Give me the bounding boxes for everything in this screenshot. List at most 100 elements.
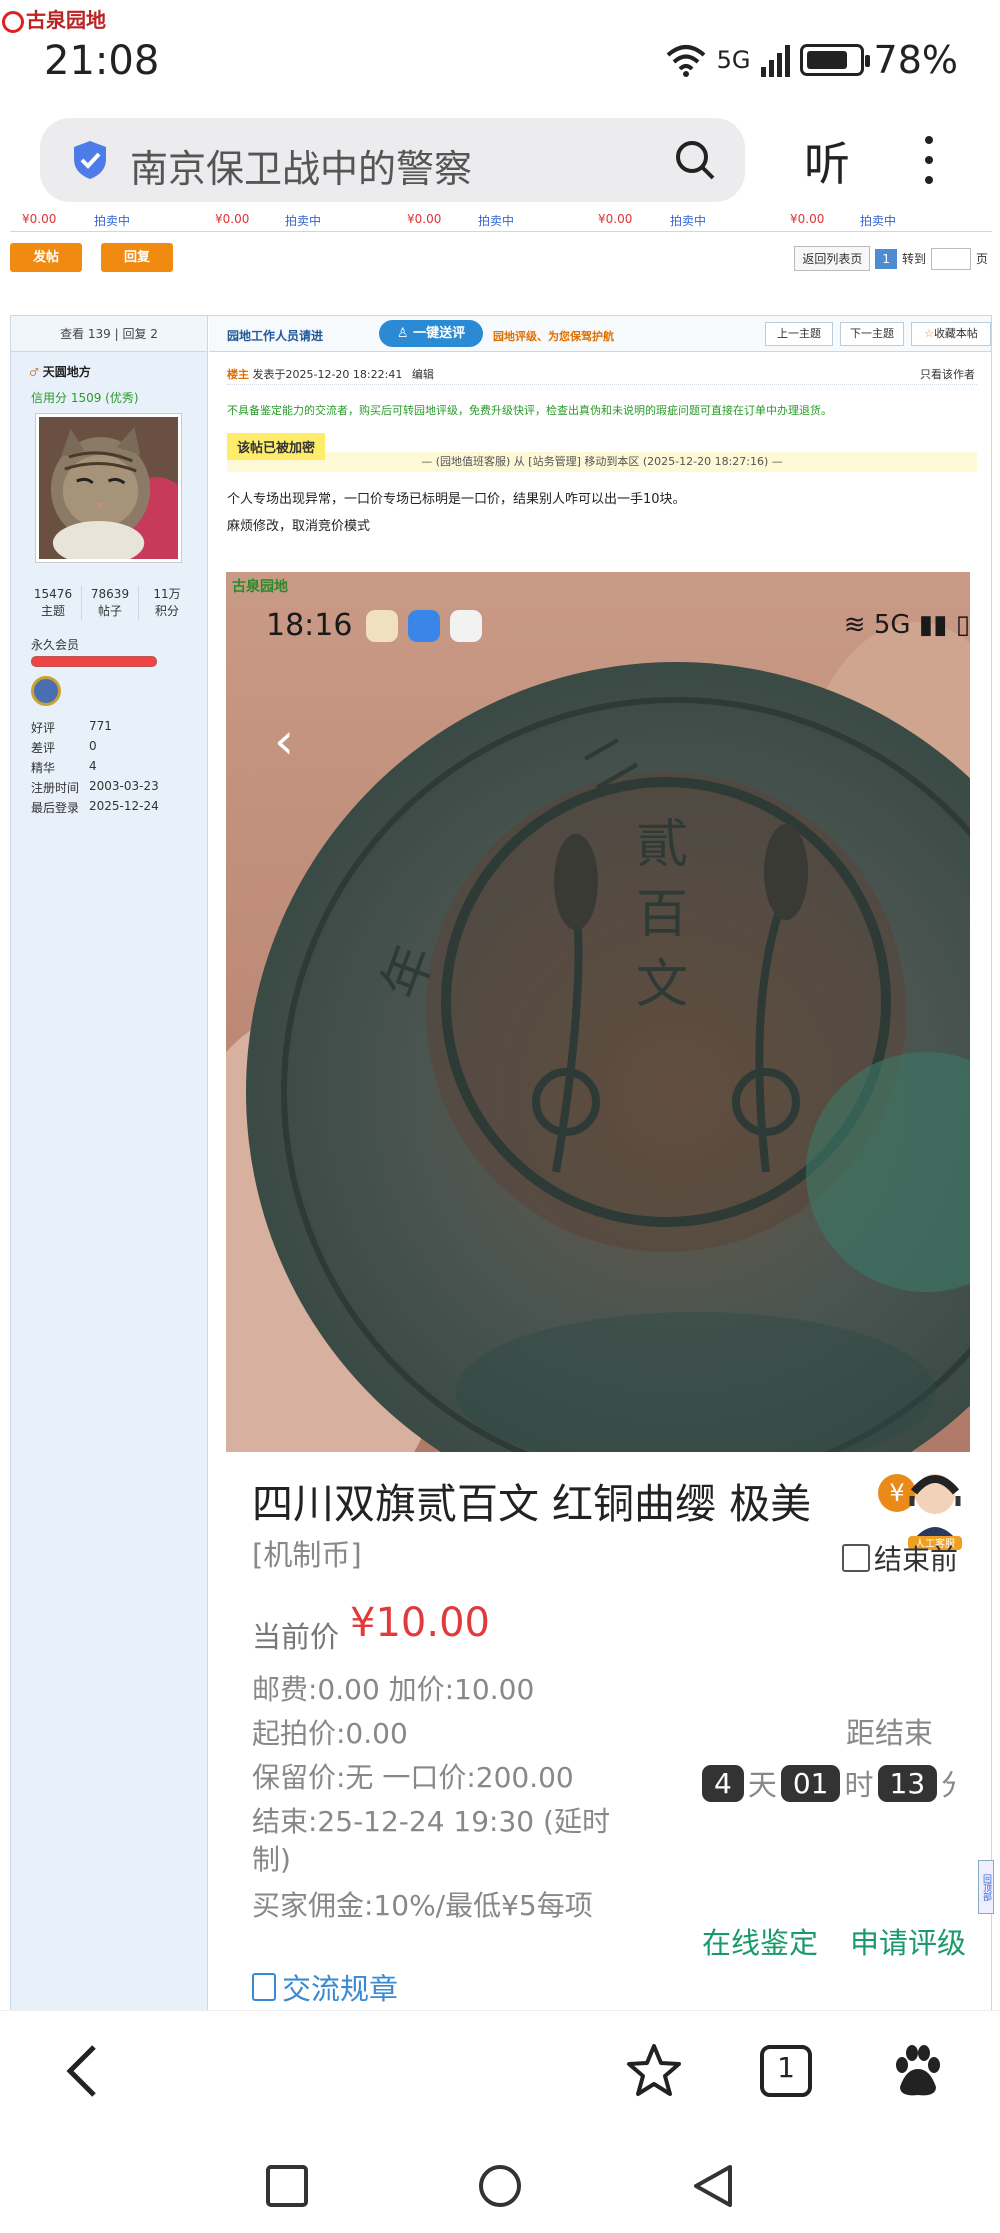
back-icon[interactable] [56,2041,116,2101]
status-text[interactable]: 拍卖中 [860,212,896,229]
eval-tip[interactable]: 园地评级、为您保驾护航 [493,328,614,344]
system-nav-bar [0,2133,1000,2233]
next-topic-button[interactable]: 下一主题 [840,322,904,346]
minutes-value: 13 [877,1764,938,1802]
chevron-left-icon: ‹ [274,712,294,770]
status-text[interactable]: 拍卖中 [94,212,130,229]
staff-notice-link[interactable]: 园地工作人员请进 [227,327,323,344]
svg-text:文: 文 [636,955,688,1015]
countdown-label: 距结束 [846,1716,934,1750]
checkbox [842,1544,870,1572]
status-text[interactable]: 拍卖中 [670,212,706,229]
info-value: 4 [89,759,97,773]
hours-value: 01 [780,1764,841,1802]
stat-value[interactable]: 78639 [91,587,129,601]
status-text[interactable]: 拍卖中 [478,212,514,229]
status-bar: 古泉园地 21:08 5G 78% [0,0,1000,115]
svg-text:貳: 貳 [636,815,688,875]
grade-link: 申请评级 [850,1926,967,1960]
favorite-label: 收藏本帖 [933,327,978,340]
post-container: 查看 139 | 回复 2 ♂ 天圆地方 信用分 1509 (优秀) 15476… [10,315,992,2010]
back-to-top-button[interactable]: 回顶部 [978,1860,994,1914]
user-info: 好评 771 差评 0 精华 4 注册时间 2003-03-23 最后登录 2025-12… [31,719,159,819]
user-icon: ♂ [29,366,43,379]
nav-back-icon[interactable] [690,2163,736,2209]
webpage: ¥0.00 拍卖中 ¥0.00 拍卖中 ¥0.00 拍卖中 ¥0.00 拍卖中 … [0,210,1000,2010]
credit-score[interactable]: 信用分 1509 (优秀) [31,389,139,406]
one-click-eval-button[interactable]: ♙ 一键送评 [379,320,483,347]
screenshot-net: 5G [873,610,911,640]
phone-screen: 古泉园地 21:08 5G 78% 南京保卫战中的警察 听 ¥0.00 拍卖中 … [0,0,1000,2233]
tabs-button[interactable]: 1 [756,2041,816,2101]
current-page[interactable]: 1 [875,248,897,269]
tab-count: 1 [777,2051,795,2084]
price-strip: ¥0.00 拍卖中 ¥0.00 拍卖中 ¥0.00 拍卖中 ¥0.00 拍卖中 … [10,210,992,232]
appraise-link: 在线鉴定 [702,1926,819,1960]
post-meta: 楼主 发表于2025-12-20 18:22:41 编辑 [227,366,434,382]
only-author-link[interactable]: 只看该作者 [920,366,975,382]
favorite-button[interactable]: ☆收藏本帖 [911,322,991,346]
prev-topic-button[interactable]: 上一主题 [765,322,833,346]
appraisal-warning: 不具备鉴定能力的交流者，购买后可转园地评级，免费升级快评，检查出真伪和未说明的瑕… [227,404,832,417]
end-time: 结束:25-12-24 19:30 (延时 [252,1805,610,1838]
screenshot-status: ≋ 5G ▮▮ ▯ [844,610,970,640]
stat-value[interactable]: 15476 [34,587,72,601]
more-icon[interactable] [922,136,936,186]
avatar[interactable] [35,413,182,563]
pager: 返回列表页 1 转到 页 [794,246,988,271]
app-logo: 古泉园地 [2,4,106,33]
network-type: 5G [716,46,751,74]
edit-link[interactable]: 编辑 [412,368,434,381]
post-header: 园地工作人员请进 ♙ 一键送评 园地评级、为您保驾护航 上一主题 下一主题 ☆收… [209,316,991,352]
action-links: 在线鉴定 申请评级 [702,1920,966,1962]
listen-button[interactable]: 听 [804,128,850,194]
price-text: ¥0.00 [22,212,57,226]
status-text[interactable]: 拍卖中 [285,212,321,229]
stat-label: 主题 [40,604,65,618]
wifi-icon [666,45,705,77]
address-text[interactable]: 南京保卫战中的警察 [130,138,472,193]
page-input[interactable] [930,247,971,270]
price-text: ¥0.00 [407,212,442,226]
author-name[interactable]: 天圆地方 [43,365,91,379]
info-value: 771 [89,719,112,733]
attached-image[interactable]: 二 年 貳 百 文 古泉园地 18:16 ≋ 5G ▮▮ ▯ ‹ [226,572,970,1452]
info-key: 差评 [31,741,56,755]
address-bar[interactable]: 南京保卫战中的警察 [40,118,745,202]
home-icon[interactable] [477,2163,523,2209]
info-key: 精华 [31,761,56,775]
back-to-list-button[interactable]: 返回列表页 [794,246,871,271]
message-icon [408,610,440,642]
current-price: ¥10.00 [350,1600,490,1646]
app-icon [366,610,398,642]
reply-button[interactable]: 回复 [101,243,173,272]
shipping-info: 邮费:0.00 加价:10.00 [252,1673,535,1706]
search-icon[interactable] [673,138,717,182]
post-button[interactable]: 发帖 [10,243,82,272]
hours-unit: 时 [844,1768,874,1802]
browser-toolbar: 1 [0,2010,1000,2133]
star-icon[interactable] [624,2041,684,2101]
screenshot-logo: 古泉园地 [232,579,288,595]
signal-icon [760,43,790,77]
post-text: 麻烦修改，取消竞价模式 [227,519,371,534]
info-value: 2003-03-23 [89,779,159,793]
end-time-cont: 制) [252,1843,291,1876]
price-label: 当前价 [252,1620,340,1654]
rules-link: 交流规章 [252,1966,398,2008]
start-price: 起拍价:0.00 [252,1717,408,1750]
goto-label: 转到 [901,252,926,266]
info-key: 最后登录 [31,801,80,815]
locked-notice: 该帖已被加密 [227,433,326,460]
divider [227,384,977,385]
reminder-label: 结束前 [874,1543,959,1576]
star-icon: ☆ [924,327,934,340]
commission: 买家佣金:10%/最低¥5每项 [252,1889,593,1922]
floor-label: 楼主 [227,368,249,381]
rules-label: 交流规章 [282,1972,399,2006]
stat-value[interactable]: 11万 [153,587,180,601]
recent-apps-icon[interactable] [264,2163,310,2209]
posted-time: 发表于2025-12-20 18:22:41 [252,368,403,381]
baidu-paw-icon[interactable] [886,2041,946,2101]
info-value: 0 [89,739,97,753]
